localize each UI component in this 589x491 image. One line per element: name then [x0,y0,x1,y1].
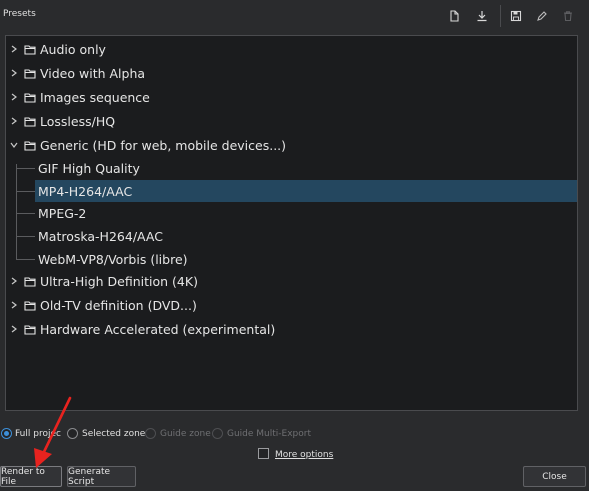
chevron-right-icon[interactable] [9,92,19,102]
tree-folder-images-sequence[interactable]: Images sequence [6,86,577,108]
tree-folder-label: Generic (HD for web, mobile devices...) [40,137,287,153]
radio-full-project[interactable] [1,428,12,439]
download-icon[interactable] [472,7,492,25]
tree-folder-audio-only[interactable]: Audio only [6,38,577,60]
tree-folder-generic[interactable]: Generic (HD for web, mobile devices...) [6,134,577,156]
tree-folder-label: Lossless/HQ [40,113,116,129]
tree-preset-gif-high-quality[interactable]: GIF High Quality [6,157,577,179]
chevron-right-icon[interactable] [9,324,19,334]
tree-folder-label: Audio only [40,41,106,57]
chevron-right-icon[interactable] [9,68,19,78]
tree-branch-line [16,191,35,192]
tree-folder-label: Old-TV definition (DVD...) [40,297,197,313]
tree-folder-label: Ultra-High Definition (4K) [40,273,198,289]
panel-title: Presets [3,9,36,19]
tree-preset-mpeg-2[interactable]: MPEG-2 [6,202,577,224]
tree-preset-mp4-h264-aac[interactable]: MP4-H264/AAC [35,180,577,202]
tree-preset-webm-vp8-vorbis[interactable]: WebM-VP8/Vorbis (libre) [6,248,577,270]
tree-folder-old-tv[interactable]: Old-TV definition (DVD...) [6,294,577,316]
folder-icon [24,276,36,287]
edit-preset-icon[interactable] [532,7,552,25]
tree-preset-label: WebM-VP8/Vorbis (libre) [38,251,188,267]
radio-guide-multi-export-label: Guide Multi-Export [227,429,311,439]
more-options-label[interactable]: More options [275,450,333,460]
tree-preset-label: MP4-H264/AAC [38,183,133,199]
folder-icon [24,324,36,335]
folder-icon [24,92,36,103]
chevron-down-icon[interactable] [9,140,19,150]
chevron-right-icon[interactable] [9,44,19,54]
tree-folder-label: Video with Alpha [40,65,146,81]
chevron-right-icon[interactable] [9,276,19,286]
tree-preset-label: MPEG-2 [38,205,87,221]
radio-selected-zone-label[interactable]: Selected zone [82,429,145,439]
radio-guide-zone-label: Guide zone [160,429,211,439]
folder-icon [24,116,36,127]
tree-folder-label: Images sequence [40,89,150,105]
annotation-arrow-icon [34,396,72,468]
tree-folder-lossless-hq[interactable]: Lossless/HQ [6,110,577,132]
delete-preset-icon [558,7,578,25]
tree-preset-label: Matroska-H264/AAC [38,228,163,244]
tree-preset-label: GIF High Quality [38,160,140,176]
tree-preset-matroska-h264-aac[interactable]: Matroska-H264/AAC [6,225,577,247]
save-preset-icon[interactable] [506,7,526,25]
more-options-checkbox[interactable] [258,448,269,459]
folder-icon [24,140,36,151]
tree-folder-video-with-alpha[interactable]: Video with Alpha [6,62,577,84]
radio-guide-multi-export [212,428,223,439]
folder-icon [24,68,36,79]
close-button[interactable]: Close [523,466,586,487]
tree-folder-label: Hardware Accelerated (experimental) [40,321,276,337]
chevron-right-icon[interactable] [9,116,19,126]
presets-tree[interactable]: Audio only Video with Alpha Images seque… [5,35,578,411]
new-preset-icon[interactable] [444,7,464,25]
radio-guide-zone [145,428,156,439]
chevron-right-icon[interactable] [9,300,19,310]
tree-folder-ultra-hd[interactable]: Ultra-High Definition (4K) [6,270,577,292]
tree-folder-hardware-accelerated[interactable]: Hardware Accelerated (experimental) [6,318,577,340]
toolbar-separator [500,5,501,27]
folder-icon [24,44,36,55]
folder-icon [24,300,36,311]
